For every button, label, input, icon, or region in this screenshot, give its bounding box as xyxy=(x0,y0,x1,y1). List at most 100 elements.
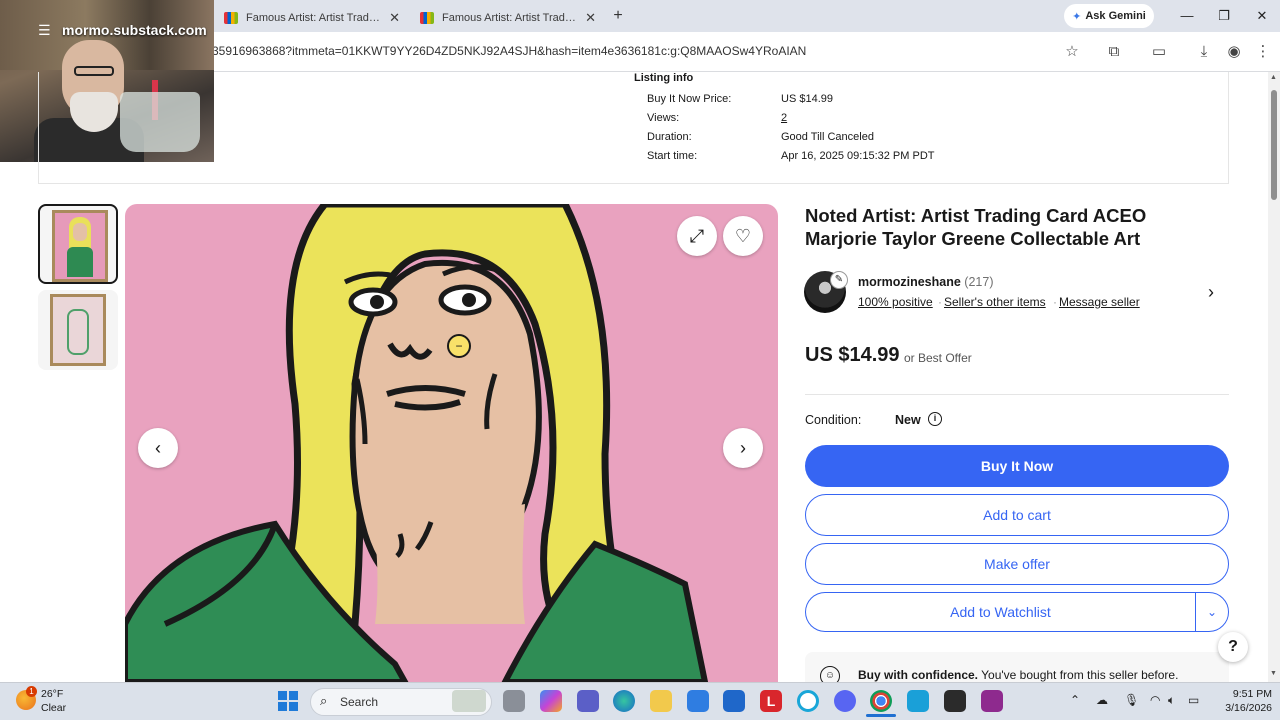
listing-value: Apr 16, 2025 09:15:32 PM PDT xyxy=(781,150,935,162)
ask-gemini-button[interactable]: ✦ Ask Gemini xyxy=(1064,4,1154,28)
onedrive-icon[interactable]: ☁ xyxy=(1096,693,1108,707)
buy-it-now-button[interactable]: Buy It Now xyxy=(805,445,1229,487)
listing-info-panel xyxy=(38,72,1229,184)
confidence-heading: Buy with confidence. xyxy=(858,668,979,682)
taskbar-search-label: Search xyxy=(340,695,379,709)
task-view-icon[interactable] xyxy=(503,690,525,712)
listing-info-title: Listing info xyxy=(634,72,694,84)
listing-value: Good Till Canceled xyxy=(781,131,874,143)
gemini-sparkle-icon: ✦ xyxy=(1072,10,1082,23)
artwork-drawing xyxy=(125,204,709,682)
listing-label: Buy It Now Price: xyxy=(647,93,732,105)
image-thumbnail[interactable] xyxy=(38,290,118,370)
discord-icon[interactable] xyxy=(834,690,856,712)
clock-time[interactable]: 9:51 PM xyxy=(1222,688,1272,700)
watch-heart-icon[interactable]: ♡ xyxy=(723,216,763,256)
condition-label: Condition: xyxy=(805,413,862,427)
app-l-icon[interactable]: L xyxy=(760,690,782,712)
close-tab-icon[interactable]: ✕ xyxy=(585,10,596,26)
minimize-icon[interactable]: — xyxy=(1175,6,1199,26)
weather-condition[interactable]: Clear xyxy=(41,702,66,714)
next-image-button[interactable]: › xyxy=(723,428,763,468)
chrome-icon[interactable] xyxy=(870,690,892,712)
views-link[interactable]: 2 xyxy=(781,112,787,124)
download-icon[interactable]: ⤓ xyxy=(1193,42,1215,62)
scroll-down-arrow-icon[interactable]: ▼ xyxy=(1270,670,1277,677)
edge-icon[interactable] xyxy=(613,690,635,712)
new-tab-button[interactable]: + xyxy=(608,6,628,26)
weather-temperature[interactable]: 26°F xyxy=(41,688,63,700)
expand-image-icon[interactable]: ⤢ xyxy=(677,216,717,256)
browser-tab[interactable]: Famous Artist: Artist Trading Ca ✕ xyxy=(410,4,606,32)
scrollbar-thumb[interactable] xyxy=(1271,90,1277,200)
scroll-up-arrow-icon[interactable]: ▲ xyxy=(1270,74,1277,81)
close-window-icon[interactable]: ✕ xyxy=(1250,6,1274,26)
watchlist-dropdown-chevron-icon[interactable]: ⌄ xyxy=(1195,592,1229,632)
confidence-message: Buy with confidence. You've bought from … xyxy=(858,668,1178,682)
battery-icon[interactable]: ▭ xyxy=(1188,693,1199,707)
app-icon[interactable] xyxy=(981,690,1003,712)
clock-date[interactable]: 3/16/2026 xyxy=(1212,702,1272,714)
search-highlight-icon xyxy=(452,690,486,712)
add-to-watchlist-button[interactable]: Add to Watchlist xyxy=(805,592,1195,632)
make-offer-button[interactable]: Make offer xyxy=(805,543,1229,585)
app-icon[interactable] xyxy=(944,690,966,712)
seller-name[interactable]: mormozineshane (217) xyxy=(858,275,993,289)
webcam-handle: mormo.substack.com xyxy=(62,22,207,38)
cast-icon[interactable]: ▭ xyxy=(1148,42,1170,62)
outlook-icon[interactable] xyxy=(723,690,745,712)
teams-icon[interactable] xyxy=(577,690,599,712)
bookmark-star-icon[interactable]: ☆ xyxy=(1061,42,1083,62)
item-price: US $14.99 xyxy=(805,344,900,366)
add-to-cart-button[interactable]: Add to cart xyxy=(805,494,1229,536)
listing-value: US $14.99 xyxy=(781,93,833,105)
link-separator: · xyxy=(1053,295,1057,309)
chevron-right-icon[interactable]: › xyxy=(1208,282,1214,303)
tab-title: Famous Artist: Artist Trading Ca xyxy=(246,12,382,24)
ebay-favicon-icon xyxy=(224,12,238,24)
alexa-icon[interactable] xyxy=(797,690,819,712)
zoom-cursor-icon: − xyxy=(447,334,471,358)
maximize-icon[interactable]: ❐ xyxy=(1212,6,1236,26)
menu-icon: ☰ xyxy=(38,22,51,38)
prev-image-button[interactable]: ‹ xyxy=(138,428,178,468)
browser-menu-icon[interactable]: ⋮ xyxy=(1252,42,1274,62)
positive-feedback-link[interactable]: 100% positive xyxy=(858,295,933,309)
listing-label: Duration: xyxy=(647,131,692,143)
item-title: Noted Artist: Artist Trading Card ACEO M… xyxy=(805,205,1147,249)
main-product-image[interactable]: ⤢ ♡ ‹ › − xyxy=(125,204,778,682)
windows-start-icon[interactable] xyxy=(278,691,298,711)
microphone-icon[interactable]: 🎙︎ xyxy=(1124,693,1139,707)
message-seller-link[interactable]: Message seller xyxy=(1059,295,1140,309)
active-app-indicator xyxy=(866,714,896,717)
file-explorer-icon[interactable] xyxy=(650,690,672,712)
pencil-icon: ✎ xyxy=(830,271,848,289)
notepad-icon[interactable] xyxy=(907,690,929,712)
info-icon[interactable]: i xyxy=(928,412,942,426)
browser-tab[interactable]: Famous Artist: Artist Trading Ca ✕ xyxy=(214,4,410,32)
profile-avatar-icon[interactable]: ◉ xyxy=(1223,42,1245,62)
divider xyxy=(805,394,1229,395)
url-field[interactable]: 35916963868?itmmeta=01KKWT9YY26D4ZD5NKJ9… xyxy=(212,44,806,58)
close-tab-icon[interactable]: ✕ xyxy=(389,10,400,26)
seller-username[interactable]: mormozineshane xyxy=(858,275,961,289)
listing-label: Start time: xyxy=(647,150,698,162)
seller-feedback-score: (217) xyxy=(964,275,994,289)
weather-alert-badge: 1 xyxy=(26,686,37,697)
sellers-other-items-link[interactable]: Seller's other items xyxy=(944,295,1046,309)
condition-value: New xyxy=(895,413,921,427)
search-icon: ⌕ xyxy=(320,693,328,708)
copilot-icon[interactable] xyxy=(540,690,562,712)
link-separator: · xyxy=(938,295,942,309)
tab-title: Famous Artist: Artist Trading Ca xyxy=(442,12,578,24)
store-icon[interactable] xyxy=(687,690,709,712)
image-thumbnail[interactable] xyxy=(38,204,118,284)
help-button[interactable]: ? xyxy=(1218,632,1248,662)
wifi-icon[interactable]: ◠ xyxy=(1150,693,1160,707)
volume-icon[interactable]: 🔈︎ xyxy=(1168,693,1175,708)
tray-overflow-chevron-icon[interactable]: ⌃ xyxy=(1070,693,1080,707)
ebay-favicon-icon xyxy=(420,12,434,24)
listing-label: Views: xyxy=(647,112,680,124)
extensions-icon[interactable]: ⧉ xyxy=(1103,42,1125,62)
gemini-label: Ask Gemini xyxy=(1085,10,1146,22)
